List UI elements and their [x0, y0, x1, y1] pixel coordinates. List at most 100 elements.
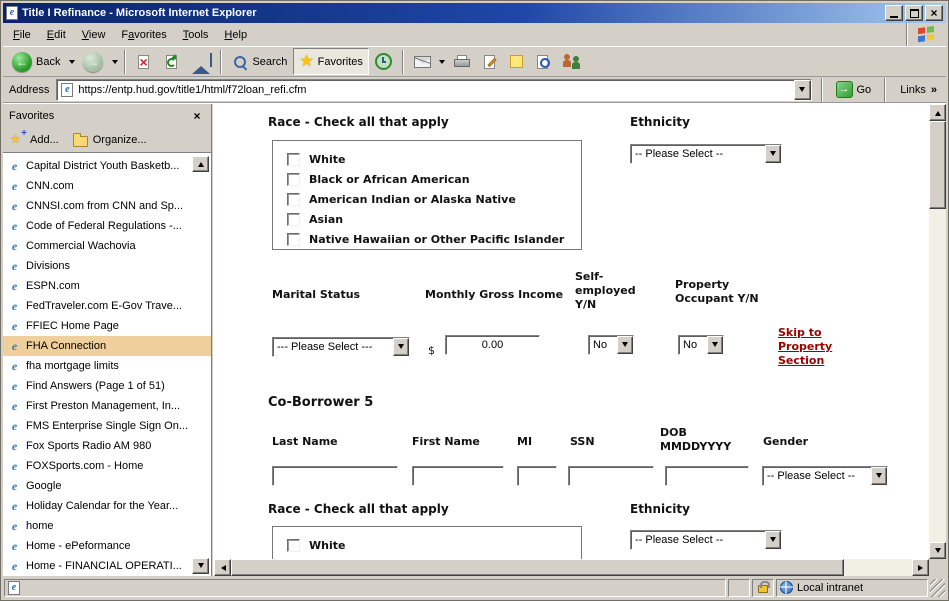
monthly-income-input[interactable]	[445, 335, 540, 355]
messenger-button[interactable]	[557, 48, 588, 75]
favorites-item[interactable]: eCNN.com	[3, 176, 211, 196]
resize-grip[interactable]	[930, 579, 945, 597]
scroll-down-button[interactable]	[929, 542, 946, 559]
first-name-input[interactable]	[412, 466, 504, 486]
horizontal-scrollbar[interactable]	[214, 559, 946, 576]
race-checkbox[interactable]	[287, 193, 300, 206]
race-checkbox[interactable]	[287, 233, 300, 246]
mail-button[interactable]	[408, 48, 437, 75]
go-button[interactable]: → Go	[832, 80, 876, 99]
favorites-item[interactable]: eESPN.com	[3, 276, 211, 296]
favorites-item[interactable]: eCapital District Youth Basketb...	[3, 156, 211, 176]
race-option-row: Black or African American	[287, 169, 577, 189]
favorites-scroll-down-button[interactable]	[192, 558, 209, 574]
favorites-item[interactable]: eFMS Enterprise Single Sign On...	[3, 416, 211, 436]
favorites-item[interactable]: eDivisions	[3, 256, 211, 276]
research-button[interactable]	[529, 48, 557, 75]
self-employed-select[interactable]: No	[588, 335, 634, 355]
race-checkbox[interactable]	[287, 153, 300, 166]
lock-icon	[758, 585, 768, 593]
favorites-item[interactable]: eFFIEC Home Page	[3, 316, 211, 336]
horizontal-scroll-thumb[interactable]	[231, 559, 844, 576]
favorites-item[interactable]: eCommercial Wachovia	[3, 236, 211, 256]
back-button[interactable]: ← Back	[6, 48, 66, 75]
ssn-input[interactable]	[568, 466, 654, 486]
stop-button[interactable]: ×	[130, 48, 158, 75]
print-button[interactable]	[448, 48, 477, 75]
ie-favicon: e	[8, 460, 21, 473]
vertical-scrollbar[interactable]	[929, 104, 946, 559]
forward-button[interactable]: →	[77, 48, 109, 75]
favorites-organize-button[interactable]: Organize...	[73, 133, 147, 147]
favorites-item[interactable]: eFox Sports Radio AM 980	[3, 436, 211, 456]
scroll-left-button[interactable]	[214, 559, 231, 576]
mi-input[interactable]	[517, 466, 557, 486]
race-checkbox[interactable]	[287, 213, 300, 226]
chevron-down-icon	[198, 563, 204, 571]
marital-status-select[interactable]: --- Please Select ---	[272, 337, 410, 357]
window-title: Title I Refinance - Microsoft Internet E…	[22, 7, 881, 19]
search-button[interactable]: Search	[226, 48, 293, 75]
favorites-item[interactable]: eFHA Connection	[3, 336, 211, 356]
favorites-close-button[interactable]: ×	[189, 109, 205, 124]
address-dropdown-button[interactable]	[794, 80, 811, 100]
last-name-input[interactable]	[272, 466, 398, 486]
security-zone-label: Local intranet	[797, 582, 863, 594]
skip-to-property-link[interactable]: Skip to Property Section	[778, 326, 842, 368]
chevron-down-icon	[712, 342, 718, 350]
mail-dropdown[interactable]	[437, 48, 448, 75]
dob-input[interactable]	[665, 466, 749, 486]
race-option-label: Asian	[309, 213, 343, 226]
back-history-dropdown[interactable]	[66, 48, 77, 75]
menu-item-tools[interactable]: Tools	[175, 26, 217, 44]
favorites-item[interactable]: eHome - FINANCIAL OPERATI...	[3, 556, 211, 576]
menu-item-edit[interactable]: Edit	[39, 26, 74, 44]
ethnicity-select-2[interactable]: -- Please Select --	[630, 530, 782, 550]
ssn-label: SSN	[570, 435, 595, 449]
vertical-scroll-thumb[interactable]	[929, 121, 946, 209]
favorites-item[interactable]: eHome - ePeformance	[3, 536, 211, 556]
maximize-button[interactable]	[905, 5, 923, 21]
favorites-item[interactable]: eCNNSI.com from CNN and Sp...	[3, 196, 211, 216]
favorites-add-button[interactable]: Add...	[10, 134, 59, 147]
close-button[interactable]: ×	[925, 5, 943, 21]
vertical-scroll-track[interactable]	[929, 121, 946, 542]
horizontal-scroll-track[interactable]	[231, 559, 912, 576]
menu-item-help[interactable]: Help	[216, 26, 255, 44]
favorites-item[interactable]: efha mortgage limits	[3, 356, 211, 376]
favorites-item[interactable]: eFedTraveler.com E-Gov Trave...	[3, 296, 211, 316]
ethnicity-select-1[interactable]: -- Please Select --	[630, 144, 782, 164]
home-button[interactable]	[186, 48, 216, 75]
favorites-item[interactable]: eGoogle	[3, 476, 211, 496]
race-checkbox[interactable]	[287, 173, 300, 186]
discuss-button[interactable]	[504, 48, 529, 75]
scroll-up-button[interactable]	[929, 104, 946, 121]
favorites-button[interactable]: ★ Favorites	[293, 48, 369, 75]
race-option-label: American Indian or Alaska Native	[309, 193, 516, 206]
gender-select[interactable]: -- Please Select --	[762, 466, 888, 486]
favorites-item[interactable]: eFOXSports.com - Home	[3, 456, 211, 476]
race-checkbox[interactable]	[287, 539, 300, 552]
favorites-item-label: Commercial Wachovia	[26, 240, 136, 252]
menu-item-view[interactable]: View	[74, 26, 114, 44]
refresh-button[interactable]	[158, 48, 186, 75]
favorites-item[interactable]: eHoliday Calendar for the Year...	[3, 496, 211, 516]
minimize-button[interactable]	[885, 5, 903, 21]
favorites-scroll-up-button[interactable]	[192, 156, 209, 172]
property-occupant-select[interactable]: No	[678, 335, 724, 355]
currency-symbol: $	[428, 344, 435, 357]
favorites-item[interactable]: ehome	[3, 516, 211, 536]
links-button[interactable]: Links »	[895, 84, 942, 96]
scroll-right-button[interactable]	[912, 559, 929, 576]
menu-item-file[interactable]: File	[5, 26, 39, 44]
edit-button[interactable]	[477, 48, 504, 75]
favorites-item[interactable]: eFind Answers (Page 1 of 51)	[3, 376, 211, 396]
ie-favicon: e	[8, 340, 21, 353]
address-input[interactable]: e https://entp.hud.gov/title1/html/f72lo…	[56, 79, 811, 101]
favorites-item[interactable]: eCode of Federal Regulations -...	[3, 216, 211, 236]
forward-history-dropdown[interactable]	[109, 48, 120, 75]
menu-item-favorites[interactable]: Favorites	[113, 26, 174, 44]
history-button[interactable]	[369, 48, 398, 75]
race-option-row: White	[287, 149, 577, 169]
favorites-item[interactable]: eFirst Preston Management, In...	[3, 396, 211, 416]
